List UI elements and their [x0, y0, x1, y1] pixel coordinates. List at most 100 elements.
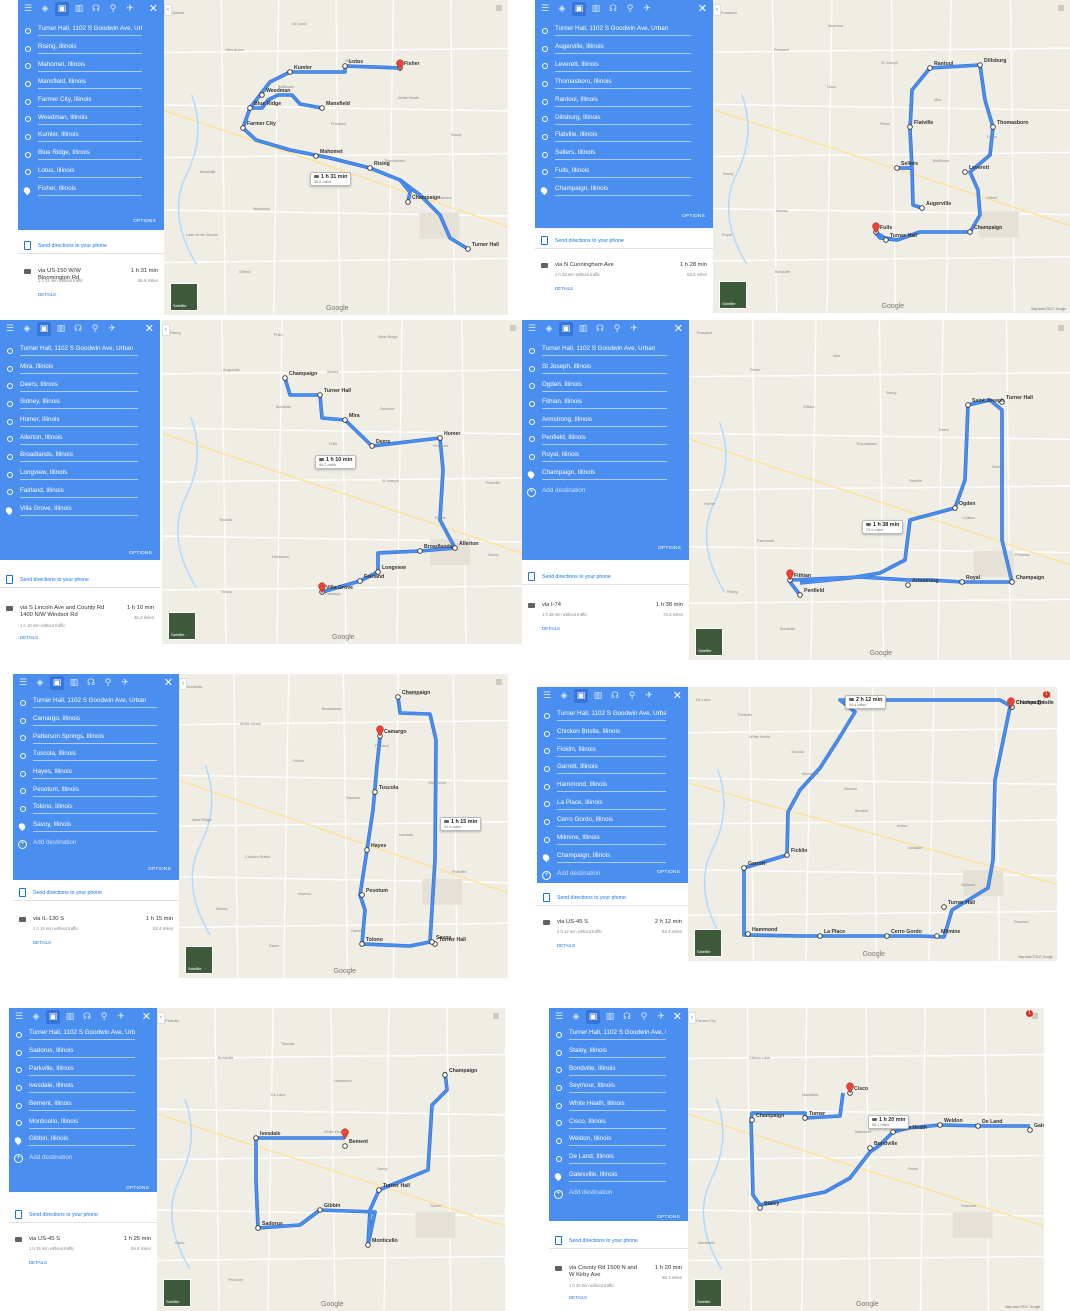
collapse-panel-button[interactable]: ‹ — [162, 324, 170, 336]
route-via[interactable]: via County Rd 1500 N and W Kirby Ave — [569, 1265, 638, 1279]
waypoint-row[interactable]: Mahomet, Illinois — [18, 57, 164, 75]
waypoint-row[interactable]: Camargo, Illinois — [13, 712, 179, 730]
waypoint-row[interactable]: Hayes, Illinois — [13, 765, 179, 783]
details-link[interactable]: DETAILS — [29, 1260, 47, 1265]
waypoint-input[interactable]: Leverett, Illinois — [555, 61, 691, 72]
route-via[interactable]: via S Lincoln Ave and County Rd 1400 N/W… — [20, 605, 110, 619]
waypoint-row[interactable]: St Joseph, Illinois — [522, 360, 689, 378]
options-button[interactable]: OPTIONS — [658, 546, 681, 551]
waypoint-input[interactable]: St Joseph, Illinois — [542, 363, 667, 375]
satellite-toggle[interactable]: Satellite — [170, 283, 198, 311]
waypoint-input[interactable]: Sidney, Illinois — [20, 398, 138, 410]
flight-icon[interactable]: ✈ — [640, 2, 654, 16]
walking-icon[interactable]: ☊ — [80, 1010, 94, 1024]
waypoint-input[interactable]: Galesville, Illinois — [569, 1171, 666, 1182]
waypoint-input[interactable]: Patterson Springs, Illinois — [33, 733, 157, 744]
route-via[interactable]: via I-74 — [542, 602, 639, 609]
transit-icon[interactable]: ▥ — [589, 2, 603, 16]
send-to-phone-link[interactable]: Send directions to your phone — [33, 890, 102, 896]
route-via[interactable]: via US-45 S — [557, 919, 638, 926]
best-route-icon[interactable]: ◈ — [20, 322, 34, 336]
map-view[interactable]: Champaign Turner Hall Monticello Gibbin Sado… — [157, 1008, 505, 1311]
close-icon[interactable]: ✕ — [698, 2, 707, 15]
route-time-callout[interactable]: 1 h 38 min 72.6 miles — [862, 520, 904, 534]
transit-icon[interactable]: ▥ — [54, 322, 68, 336]
menu-icon[interactable]: ☰ — [21, 2, 35, 16]
waypoint-row[interactable]: Rantoul, Illinois — [535, 93, 713, 111]
route-time-callout[interactable]: 1 h 20 min 56.1 miles — [868, 1115, 910, 1129]
walking-icon[interactable]: ☊ — [71, 322, 85, 336]
add-destination-label[interactable]: Add destination — [542, 487, 667, 497]
driving-icon[interactable]: ▣ — [559, 322, 573, 336]
waypoint-input[interactable]: Savoy, Illinois — [33, 821, 157, 833]
route-time-callout[interactable]: 2 h 12 min 94.4 miles — [845, 695, 887, 709]
driving-icon[interactable]: ▣ — [574, 689, 588, 703]
waypoint-row[interactable]: Galesville, Illinois — [549, 1168, 688, 1186]
waypoint-row[interactable]: Flatville, Illinois — [535, 128, 713, 146]
waypoint-row[interactable]: Tolono, Illinois — [13, 800, 179, 818]
waypoint-input[interactable]: Fisher, Illinois — [38, 185, 142, 196]
waypoint-input[interactable]: Champaign, Illinois — [542, 469, 667, 481]
waypoint-row[interactable]: Turner Hall, 1102 S Goodwin Ave, Urban — [522, 342, 689, 360]
waypoint-row[interactable]: Thomasboro, Illinois — [535, 75, 713, 93]
waypoint-row[interactable]: De Land, Illinois — [549, 1150, 688, 1168]
waypoint-row[interactable]: Armstrong, Illinois — [522, 413, 689, 431]
details-link[interactable]: DETAILS — [38, 292, 56, 297]
close-icon[interactable]: ✕ — [145, 322, 154, 335]
flight-icon[interactable]: ✈ — [114, 1010, 128, 1024]
waypoint-row[interactable]: Mira, Illinois — [0, 360, 160, 378]
satellite-toggle[interactable]: Satellite — [168, 612, 196, 640]
waypoint-input[interactable]: Sellers, Illinois — [555, 149, 691, 161]
flight-icon[interactable]: ✈ — [105, 322, 119, 336]
waypoint-input[interactable]: Fulls, Illinois — [555, 167, 691, 178]
waypoint-row[interactable]: Homer, Illinois — [0, 413, 160, 431]
waypoint-input[interactable]: Flatville, Illinois — [555, 131, 691, 143]
details-link[interactable]: DETAILS — [555, 286, 573, 291]
waypoint-input[interactable]: Augerville, Illinois — [555, 43, 691, 55]
menu-icon[interactable]: ☰ — [16, 676, 30, 690]
best-route-icon[interactable]: ◈ — [38, 2, 52, 16]
waypoint-input[interactable]: Gibbin, Illinois — [29, 1135, 135, 1147]
waypoint-input[interactable]: Turner Hall, 1102 S Goodwin Ave, Urban — [33, 697, 157, 709]
waypoint-input[interactable]: Mahomet, Illinois — [38, 61, 142, 72]
waypoint-row[interactable]: Turner Hall, 1102 S Goodwin Ave, Urban — [18, 22, 164, 40]
map-view[interactable]: Penfield Armstrong Royal Champaign Turner Ha… — [689, 320, 1070, 660]
waypoint-row[interactable]: Longview, Illinois — [0, 466, 160, 484]
waypoint-input[interactable]: Turner Hall, 1102 S Goodwin Ave, Urban — [555, 25, 691, 37]
waypoint-input[interactable]: Villa Grove, Illinois — [20, 505, 138, 516]
details-link[interactable]: DETAILS — [542, 626, 560, 631]
route-via[interactable]: via N Cunningham Ave — [555, 262, 663, 269]
waypoint-input[interactable]: Staley, Illinois — [569, 1047, 666, 1059]
waypoint-input[interactable]: Turner Hall, 1102 S Goodwin Ave, Urban — [29, 1029, 135, 1041]
add-destination-row[interactable]: + Add destination — [13, 836, 179, 854]
waypoint-row[interactable]: Sellers, Illinois — [535, 146, 713, 164]
waypoint-input[interactable]: Milmine, Illinois — [557, 834, 666, 846]
apps-grid-icon[interactable] — [510, 325, 516, 331]
waypoint-row[interactable]: Dillsburg, Illinois — [535, 110, 713, 128]
apps-grid-icon[interactable] — [1058, 325, 1064, 331]
send-to-phone-link[interactable]: Send directions to your phone — [555, 238, 624, 244]
options-button[interactable]: OPTIONS — [148, 867, 171, 872]
waypoint-input[interactable]: Fairland, Illinois — [20, 487, 138, 498]
waypoint-row[interactable]: Penfield, Illinois — [522, 430, 689, 448]
waypoint-row[interactable]: Sidney, Illinois — [0, 395, 160, 413]
waypoint-input[interactable]: Sadorus, Illinois — [29, 1047, 135, 1059]
route-via[interactable]: via US-45 S — [29, 1236, 107, 1243]
send-to-phone-link[interactable]: Send directions to your phone — [557, 895, 626, 901]
cycling-icon[interactable]: ⚲ — [106, 2, 120, 16]
waypoint-row[interactable]: Royal, Illinois — [522, 448, 689, 466]
close-icon[interactable]: ✕ — [674, 322, 683, 335]
waypoint-input[interactable]: Tuscola, Illinois — [33, 750, 157, 762]
add-destination-label[interactable]: Add destination — [29, 1154, 135, 1164]
waypoint-input[interactable]: Ivesdale, Illinois — [29, 1082, 135, 1094]
close-icon[interactable]: ✕ — [149, 2, 158, 15]
map-view[interactable]: Rantoul Dillsburg Thomasboro Flatville Lever… — [713, 0, 1070, 313]
waypoint-row[interactable]: Lotus, Illinois — [18, 164, 164, 182]
waypoint-input[interactable]: Hayes, Illinois — [33, 768, 157, 780]
waypoint-input[interactable]: Homer, Illinois — [20, 416, 138, 428]
waypoint-row[interactable]: Fairland, Illinois — [0, 484, 160, 502]
waypoint-row[interactable]: Hammond, Illinois — [537, 778, 688, 796]
waypoint-row[interactable]: Rising, Illinois — [18, 40, 164, 58]
add-destination-row[interactable]: + Add destination — [9, 1150, 157, 1168]
flight-icon[interactable]: ✈ — [118, 676, 132, 690]
